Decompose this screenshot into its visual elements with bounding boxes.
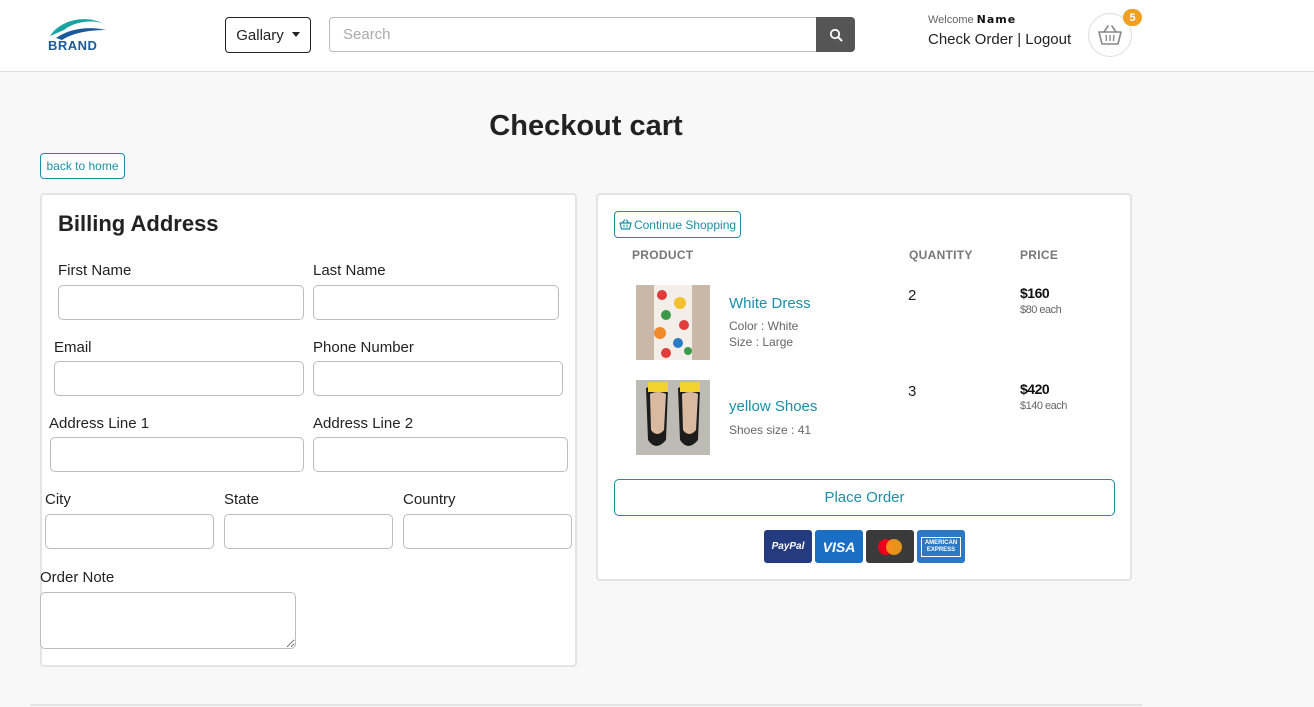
product-name-link[interactable]: White Dress: [729, 295, 811, 312]
product-unit-price: $80 each: [1020, 304, 1062, 316]
mastercard-icon: [866, 530, 914, 563]
email-field[interactable]: [54, 361, 304, 396]
product-attribute: Size : Large: [729, 335, 794, 349]
product-quantity: 2: [908, 287, 917, 304]
country-field[interactable]: [403, 514, 572, 549]
first-name-field[interactable]: [58, 285, 304, 320]
brand-text: BRAND: [48, 38, 98, 53]
basket-icon: [619, 219, 632, 230]
last-name-label: Last Name: [313, 262, 386, 279]
search-icon: [829, 28, 842, 41]
product-image-yellow-shoes[interactable]: [636, 380, 710, 455]
city-field[interactable]: [45, 514, 214, 549]
state-label: State: [224, 491, 260, 508]
product-total-price: $160: [1020, 285, 1050, 301]
search-button[interactable]: [816, 17, 855, 52]
user-name: Name: [976, 13, 1017, 26]
continue-shopping-button[interactable]: Continue Shopping: [614, 211, 741, 238]
address-line-2-field[interactable]: [313, 437, 568, 472]
phone-label: Phone Number: [313, 339, 414, 356]
email-label: Email: [54, 339, 92, 356]
product-unit-price: $140 each: [1020, 400, 1067, 412]
product-name-link[interactable]: yellow Shoes: [729, 398, 817, 415]
footer-divider: [30, 704, 1142, 706]
product-image-white-dress[interactable]: [636, 285, 710, 360]
amex-icon: AMERICAN EXPRESS: [917, 530, 965, 563]
order-note-field[interactable]: [40, 592, 296, 649]
search-input[interactable]: [329, 17, 817, 52]
address-line-1-label: Address Line 1: [49, 415, 150, 432]
order-note-label: Order Note: [40, 569, 115, 586]
caret-down-icon: [291, 31, 300, 37]
product-attribute: Color : White: [729, 319, 799, 333]
account-links: Check Order | Logout: [928, 31, 1071, 48]
country-label: Country: [403, 491, 456, 508]
paypal-icon: PayPal: [764, 530, 812, 563]
first-name-label: First Name: [58, 262, 132, 279]
page-title: Checkout cart: [489, 110, 683, 142]
gallery-dropdown[interactable]: Gallary: [225, 17, 311, 53]
column-header-product: PRODUCT: [632, 248, 694, 262]
cart-count-badge: 5: [1123, 9, 1142, 26]
product-quantity: 3: [908, 383, 917, 400]
last-name-field[interactable]: [313, 285, 559, 320]
back-to-home-button[interactable]: back to home: [40, 153, 125, 179]
state-field[interactable]: [224, 514, 393, 549]
address-line-1-field[interactable]: [50, 437, 304, 472]
billing-title: Billing Address: [58, 211, 219, 236]
gallery-label: Gallary: [236, 26, 284, 44]
welcome-text: Welcome Name: [928, 13, 1016, 26]
city-label: City: [45, 491, 71, 508]
visa-icon: VISA: [815, 530, 863, 563]
address-line-2-label: Address Line 2: [313, 415, 414, 432]
phone-field[interactable]: [313, 361, 563, 396]
logout-link[interactable]: Logout: [1025, 31, 1071, 48]
welcome-label: Welcome: [928, 14, 974, 26]
product-attribute: Shoes size : 41: [729, 423, 812, 437]
continue-shopping-label: Continue Shopping: [633, 217, 737, 232]
basket-icon: [1098, 25, 1122, 45]
product-total-price: $420: [1020, 381, 1050, 397]
link-separator: |: [1017, 31, 1022, 48]
column-header-price: PRICE: [1020, 248, 1059, 262]
check-order-link[interactable]: Check Order: [928, 31, 1013, 48]
column-header-quantity: QUANTITY: [909, 248, 973, 262]
place-order-button[interactable]: Place Order: [614, 479, 1115, 516]
